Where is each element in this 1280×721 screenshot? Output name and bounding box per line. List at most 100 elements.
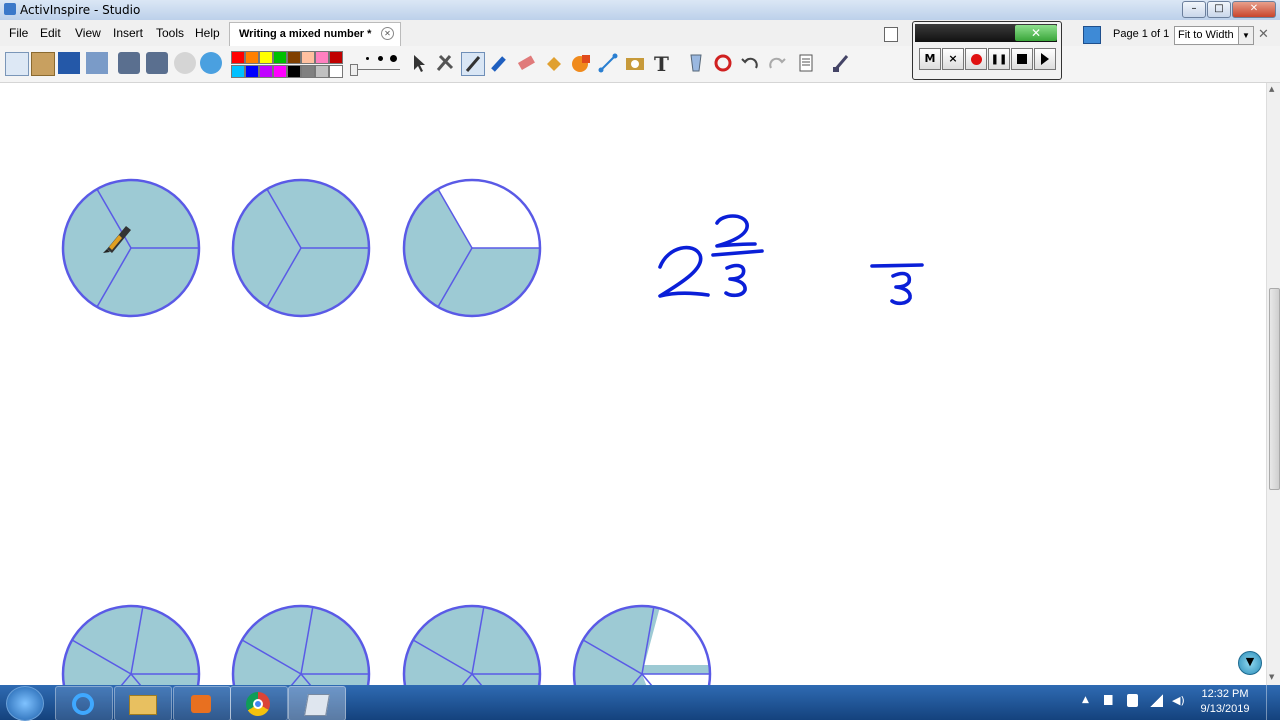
scroll-thumb[interactable] [1269,288,1280,490]
web-browser-icon[interactable] [200,52,222,74]
menu-file[interactable]: File [9,26,28,40]
palette-swatch[interactable] [259,65,273,78]
activinspire-taskbar-icon[interactable] [288,686,346,721]
windows-taskbar: ▲ ◀) 12:32 PM 9/13/2019 [0,685,1280,721]
fill-icon[interactable] [543,52,565,74]
zoom-select-value: Fit to Width [1178,29,1234,41]
main-menu-icon[interactable] [5,52,29,76]
palette-swatch[interactable] [329,65,343,78]
palette-swatch[interactable] [231,65,245,78]
scroll-up-arrow-icon[interactable]: ▲ [1269,85,1274,93]
document-tab-label: Writing a mixed number * [239,28,372,40]
expand-icon[interactable]: ✕ [1258,27,1278,42]
close-window-button[interactable]: ✕ [1232,1,1276,18]
notes-icon[interactable] [795,52,817,74]
scroll-down-arrow-icon[interactable]: ▼ [1269,673,1274,681]
close-recorder-button[interactable]: ✕ [1015,25,1057,41]
play-triangle-icon [1041,53,1049,65]
show-desktop-button[interactable] [1266,685,1280,720]
pie-shaded-sliver [642,665,710,674]
palette-swatch[interactable] [301,51,315,64]
chevron-down-icon[interactable]: ▼ [1238,27,1253,44]
internet-explorer-taskbar-icon[interactable] [55,686,113,721]
eraser-icon[interactable] [515,52,537,74]
connector-icon[interactable] [597,52,619,74]
pen-width-preview[interactable] [348,51,404,77]
text-tool-icon[interactable]: T [651,52,673,76]
play-icon[interactable] [174,52,196,74]
recorder-titlebar[interactable]: ✕ [915,24,1057,42]
palette-swatch[interactable] [287,51,301,64]
reset-page-icon[interactable] [86,52,108,74]
document-tab[interactable]: Writing a mixed number * ✕ [229,22,401,47]
shape-icon[interactable] [570,52,592,74]
select-arrow-icon[interactable] [408,52,430,74]
menu-insert[interactable]: Insert [113,26,143,40]
power-icon[interactable] [1127,694,1138,707]
vertical-scrollbar[interactable]: ▲ ▼ [1266,83,1280,685]
palette-swatch[interactable] [315,65,329,78]
pie-fifths [61,604,201,721]
zoom-select[interactable]: Fit to Width ▼ [1174,26,1254,45]
stop-button[interactable] [1011,48,1033,70]
reset-icon[interactable] [712,52,734,74]
menu-edit[interactable]: Edit [40,26,61,40]
volume-icon[interactable]: ◀) [1172,694,1185,707]
minimize-button[interactable]: – [1182,1,1206,18]
menu-tools[interactable]: Tools [156,26,184,40]
ink-fraction-bar [711,249,764,257]
pen-width-slider[interactable] [352,69,400,70]
pie-thirds [231,178,371,318]
width-dot-large-icon [390,55,397,62]
file-explorer-taskbar-icon[interactable] [114,686,172,721]
palette-swatch[interactable] [245,65,259,78]
page-browser-icon[interactable] [884,27,898,42]
close-tab-icon[interactable]: ✕ [381,27,394,40]
undo-icon[interactable] [739,52,761,74]
clear-icon[interactable] [685,52,707,74]
next-page-icon[interactable] [146,52,168,74]
redo-icon[interactable] [766,52,788,74]
palette-swatch[interactable] [231,51,245,64]
ink-second-denominator [890,271,912,306]
desktop-tools-icon[interactable] [1083,26,1101,44]
page-browser-tool-icon[interactable] [31,52,55,76]
media-player-taskbar-icon[interactable] [173,686,231,721]
palette-swatch[interactable] [245,51,259,64]
tools-icon[interactable] [434,52,456,74]
palette-swatch[interactable] [287,65,301,78]
width-dot-medium-icon [378,56,383,61]
palette-swatch[interactable] [273,51,287,64]
highlighter-icon[interactable] [488,52,510,74]
maximize-button[interactable]: □ [1207,1,1231,18]
chrome-taskbar-icon[interactable] [230,686,288,721]
palette-swatch[interactable] [301,65,315,78]
camera-icon[interactable] [624,52,646,74]
menu-help[interactable]: Help [195,26,220,40]
record-button[interactable] [965,48,987,70]
cancel-recording-button[interactable]: × [942,48,964,70]
pen-icon[interactable] [461,52,485,76]
action-center-flag-icon[interactable] [1104,695,1117,705]
customize-toolbar-icon[interactable] [830,52,852,74]
flipchart-page[interactable] [0,83,1266,721]
pause-button[interactable]: ❚❚ [988,48,1010,70]
pen-width-slider-handle[interactable] [350,64,358,76]
page-down-icon[interactable]: ▼ [1238,651,1262,675]
mute-button[interactable]: M [919,48,941,70]
pie-thirds [61,178,201,318]
show-hidden-icons-icon[interactable]: ▲ [1082,695,1089,705]
previous-page-icon[interactable] [118,52,140,74]
ink-denominator [724,263,747,298]
palette-swatch[interactable] [273,65,287,78]
palette-swatch[interactable] [315,51,329,64]
system-clock[interactable]: 12:32 PM 9/13/2019 [1192,687,1258,717]
network-icon[interactable] [1150,694,1163,707]
palette-swatch[interactable] [329,51,343,64]
flipchart-icon[interactable] [58,52,80,74]
start-button[interactable] [6,686,44,721]
ink-fraction-bar-second [870,263,924,268]
palette-swatch[interactable] [259,51,273,64]
menu-view[interactable]: View [75,26,101,40]
play-recording-button[interactable] [1034,48,1056,70]
